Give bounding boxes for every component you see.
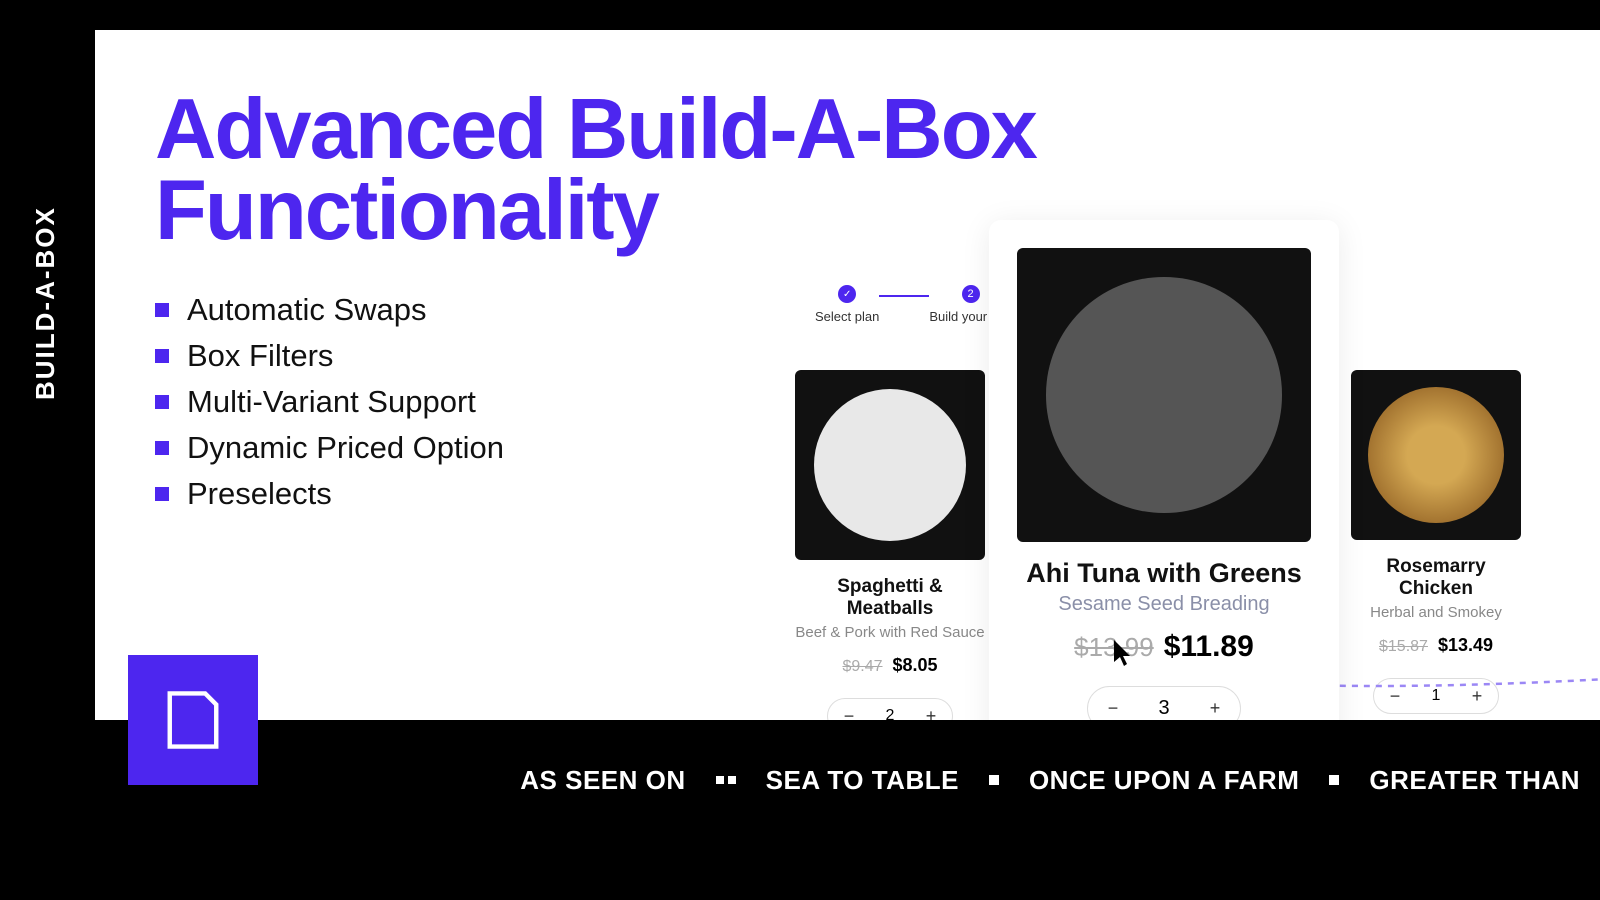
quantity-stepper: − 2 + [827, 698, 953, 720]
product-cards: Spaghetti & Meatballs Beef & Pork with R… [795, 220, 1521, 720]
cursor-icon [1113, 640, 1135, 673]
quantity-value: 3 [1154, 697, 1174, 720]
main-panel: Advanced Build-A-Box Functionality Autom… [95, 30, 1600, 720]
product-image [1351, 370, 1521, 540]
product-prices: $13.99 $11.89 [1017, 630, 1311, 664]
plus-icon[interactable]: + [1204, 698, 1226, 720]
minus-icon[interactable]: − [838, 705, 860, 720]
minus-icon[interactable]: − [1102, 698, 1124, 720]
separator-icon [716, 776, 736, 784]
product-name: Spaghetti & Meatballs [795, 576, 985, 620]
footer-item: SEA TO TABLE [766, 765, 959, 796]
quantity-value: 2 [880, 707, 900, 720]
product-name: Rosemarry Chicken [1351, 556, 1521, 600]
product-subtitle: Beef & Pork with Red Sauce [795, 624, 985, 641]
quantity-stepper: − 3 + [1087, 686, 1241, 720]
title-line-2: Functionality [155, 163, 658, 258]
brand-logo [128, 655, 258, 785]
product-card-featured[interactable]: Ahi Tuna with Greens Sesame Seed Breadin… [989, 220, 1339, 720]
separator-icon [989, 775, 999, 785]
product-card[interactable]: Spaghetti & Meatballs Beef & Pork with R… [795, 370, 985, 720]
sidebar-label: BUILD-A-BOX [30, 206, 61, 400]
product-subtitle: Herbal and Smokey [1351, 604, 1521, 621]
product-name: Ahi Tuna with Greens [1017, 558, 1311, 589]
old-price: $15.87 [1379, 638, 1428, 656]
footer-label: AS SEEN ON [520, 765, 685, 796]
new-price: $8.05 [893, 655, 938, 676]
footer-item: GREATER THAN [1369, 765, 1580, 796]
product-prices: $15.87 $13.49 [1351, 635, 1521, 656]
old-price: $9.47 [842, 658, 882, 676]
new-price: $13.49 [1438, 635, 1493, 656]
product-image [795, 370, 985, 560]
product-image [1017, 248, 1311, 542]
new-price: $11.89 [1164, 630, 1254, 664]
footer-item: ONCE UPON A FARM [1029, 765, 1299, 796]
product-subtitle: Sesame Seed Breading [1017, 593, 1311, 616]
product-card[interactable]: Rosemarry Chicken Herbal and Smokey $15.… [1351, 370, 1521, 714]
separator-icon [1329, 775, 1339, 785]
plus-icon[interactable]: + [920, 705, 942, 720]
product-prices: $9.47 $8.05 [795, 655, 985, 676]
